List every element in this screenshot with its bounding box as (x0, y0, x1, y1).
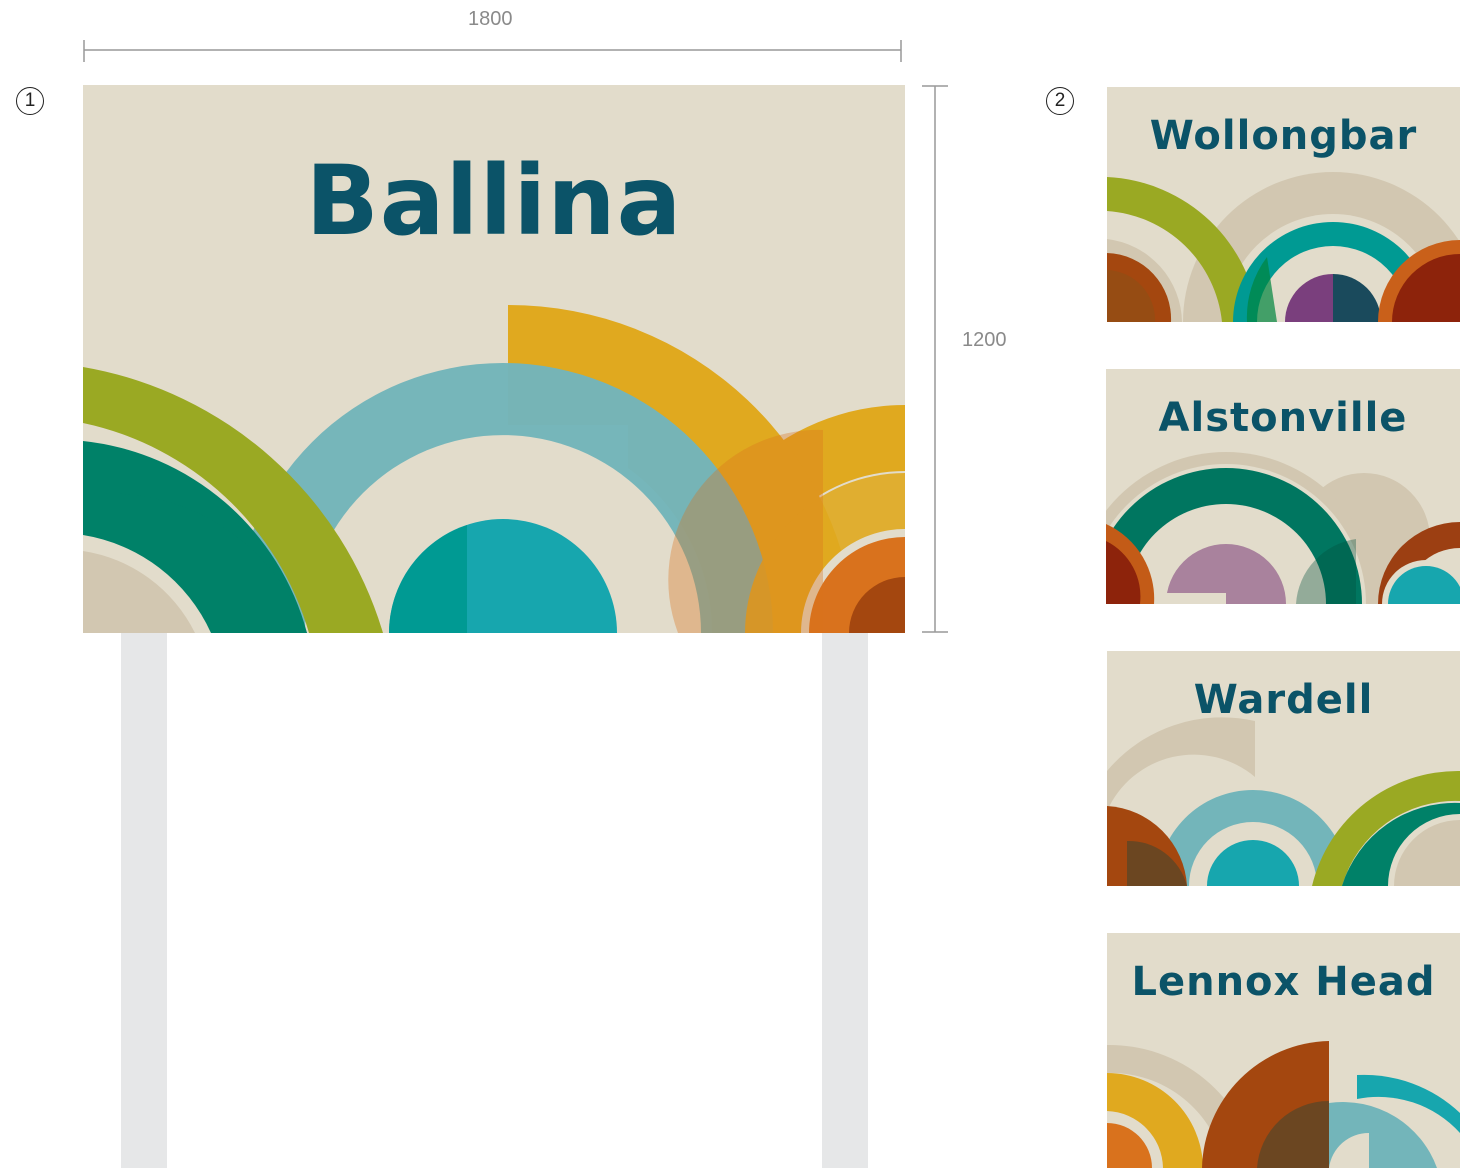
main-sign-title: Ballina (305, 145, 683, 257)
variant-sign-title: Wollongbar (1149, 113, 1418, 159)
variant-sign-title: Wardell (1193, 677, 1374, 723)
variant-sign-alstonville: Alstonville (1106, 369, 1460, 604)
main-sign-ballina: Ballina (83, 85, 905, 633)
marker-main-sign: 1 (16, 87, 44, 115)
variant-sign-title: Lennox Head (1131, 959, 1436, 1005)
variant-sign-wardell: Wardell (1107, 651, 1460, 886)
variant-sign-wollongbar: Wollongbar (1107, 87, 1460, 322)
width-dimension-line (83, 40, 902, 62)
sign-post-right (822, 633, 868, 1168)
height-dimension-line (922, 85, 948, 633)
height-dimension-label: 1200 (962, 329, 1007, 351)
variant-sign-title: Alstonville (1158, 395, 1408, 441)
marker-variant-signs: 2 (1046, 87, 1074, 115)
width-dimension-label: 1800 (468, 8, 513, 30)
variant-sign-lennox-head: Lennox Head (1107, 933, 1460, 1168)
sign-post-left (121, 633, 167, 1168)
